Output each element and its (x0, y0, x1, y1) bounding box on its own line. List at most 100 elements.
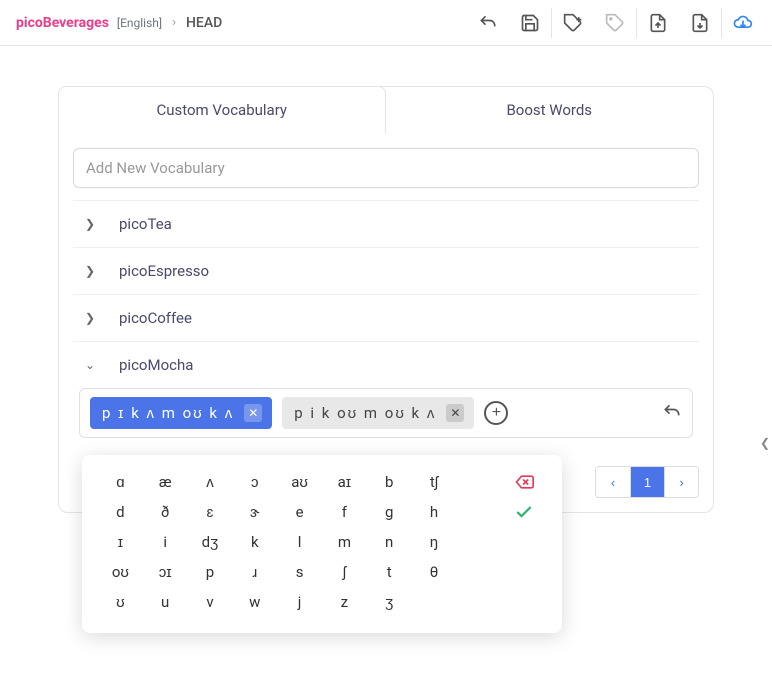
head-label: HEAD (186, 15, 222, 31)
undo-button[interactable] (467, 1, 509, 45)
export-button[interactable] (679, 1, 721, 45)
ipa-key[interactable]: j (277, 587, 322, 617)
add-tag-icon (563, 13, 583, 33)
ipa-key[interactable]: ɔ (232, 467, 277, 497)
import-button[interactable] (637, 1, 679, 45)
pronunciation-chips: p ɪ k ʌ m oʊ k ʌ ✕ p i k oʊ m oʊ k ʌ ✕ + (79, 388, 693, 438)
backspace-icon (514, 472, 534, 492)
app-header: picoBeverages [English] › HEAD (0, 0, 772, 46)
ipa-key[interactable]: i (143, 527, 188, 557)
chevron-right-icon: ❯ (83, 217, 97, 231)
ipa-key[interactable]: ŋ (412, 527, 457, 557)
ipa-key[interactable]: aʊ (277, 467, 322, 497)
ipa-chip-text: p i k oʊ m oʊ k ʌ (294, 404, 436, 422)
ipa-key[interactable]: ɛ (188, 497, 233, 527)
ipa-key[interactable]: ɹ (232, 557, 277, 587)
tab-boost-words[interactable]: Boost Words (386, 86, 714, 134)
vocab-row[interactable]: ⌄ picoMocha (73, 341, 699, 388)
ipa-key[interactable]: ʊ (98, 587, 143, 617)
vocab-name: picoMocha (119, 356, 193, 374)
ipa-key[interactable]: t (367, 557, 412, 587)
ipa-key[interactable]: u (143, 587, 188, 617)
ipa-chip[interactable]: p ɪ k ʌ m oʊ k ʌ ✕ (90, 397, 272, 429)
tag-icon (605, 13, 625, 33)
ipa-key[interactable]: z (322, 587, 367, 617)
cloud-download-icon (733, 13, 753, 33)
page-next-button[interactable]: › (664, 467, 698, 497)
page-number-button[interactable]: 1 (630, 467, 664, 497)
chevron-right-icon: ❯ (83, 311, 97, 325)
add-vocabulary-input[interactable] (73, 148, 699, 188)
ipa-key[interactable]: n (367, 527, 412, 557)
ipa-key[interactable]: ð (143, 497, 188, 527)
ipa-key[interactable]: v (188, 587, 233, 617)
tab-custom-vocabulary[interactable]: Custom Vocabulary (58, 86, 386, 134)
add-pronunciation-button[interactable]: + (484, 401, 508, 425)
breadcrumb: picoBeverages [English] › HEAD (8, 15, 222, 31)
ipa-key[interactable]: ʌ (188, 467, 233, 497)
chevron-down-icon: ⌄ (83, 358, 97, 372)
ipa-keyboard-popover: ɑæʌɔaʊaɪbtʃ dðɛɝefgh ɪidʒklmnŋ oʊɔɪpɹsʃtθ ʊu… (82, 455, 562, 633)
ipa-key[interactable]: b (367, 467, 412, 497)
tag-button[interactable] (594, 1, 636, 45)
ipa-confirm-button[interactable] (501, 497, 546, 527)
ipa-key[interactable]: h (412, 497, 457, 527)
ipa-backspace-button[interactable] (501, 467, 546, 497)
ipa-key[interactable]: m (322, 527, 367, 557)
save-icon (520, 13, 540, 33)
ipa-key[interactable]: s (277, 557, 322, 587)
chip-remove-button[interactable]: ✕ (446, 404, 464, 422)
ipa-key[interactable]: tʃ (412, 467, 457, 497)
ipa-key[interactable]: ʒ (367, 587, 412, 617)
add-tag-button[interactable] (552, 1, 594, 45)
ipa-key[interactable]: ɑ (98, 467, 143, 497)
undo-pronunciation-button[interactable] (662, 402, 682, 425)
ipa-grid: ɑæʌɔaʊaɪbtʃ dðɛɝefgh ɪidʒklmnŋ oʊɔɪpɹsʃtθ ʊu… (98, 467, 546, 617)
toolbar (467, 1, 764, 45)
ipa-key[interactable]: ɝ (232, 497, 277, 527)
breadcrumb-separator: › (172, 15, 176, 30)
vocab-name: picoTea (119, 215, 172, 233)
vocab-name: picoCoffee (119, 309, 192, 327)
ipa-key[interactable]: dʒ (188, 527, 233, 557)
vocab-list: ❯ picoTea ❯ picoEspresso ❯ picoCoffee ⌄ … (73, 200, 699, 388)
chevron-left-icon: ❮ (760, 436, 770, 450)
ipa-key[interactable]: aɪ (322, 467, 367, 497)
chevron-right-icon: ❯ (83, 264, 97, 278)
cloud-sync-button[interactable] (722, 1, 764, 45)
ipa-key[interactable]: e (277, 497, 322, 527)
ipa-key[interactable]: f (322, 497, 367, 527)
pagination: ‹ 1 › (595, 466, 699, 498)
brand-name: picoBeverages (16, 15, 109, 31)
import-icon (648, 13, 668, 33)
save-button[interactable] (509, 1, 551, 45)
ipa-key[interactable]: ɔɪ (143, 557, 188, 587)
ipa-key[interactable]: p (188, 557, 233, 587)
ipa-key[interactable]: w (232, 587, 277, 617)
vocab-row[interactable]: ❯ picoEspresso (73, 247, 699, 294)
ipa-key[interactable]: ɪ (98, 527, 143, 557)
vocab-card: Custom Vocabulary Boost Words ❯ picoTea … (58, 86, 714, 513)
ipa-key[interactable]: æ (143, 467, 188, 497)
panel-collapse-button[interactable]: ❮ (758, 432, 772, 454)
ipa-key[interactable]: l (277, 527, 322, 557)
vocab-row[interactable]: ❯ picoTea (73, 200, 699, 247)
ipa-key[interactable]: k (232, 527, 277, 557)
undo-icon (662, 402, 682, 422)
ipa-chip[interactable]: p i k oʊ m oʊ k ʌ ✕ (282, 397, 474, 429)
ipa-chip-text: p ɪ k ʌ m oʊ k ʌ (102, 404, 234, 422)
vocab-row[interactable]: ❯ picoCoffee (73, 294, 699, 341)
ipa-key[interactable]: g (367, 497, 412, 527)
ipa-key[interactable]: d (98, 497, 143, 527)
language-label: [English] (117, 16, 162, 30)
ipa-key[interactable]: ʃ (322, 557, 367, 587)
ipa-key[interactable]: θ (412, 557, 457, 587)
ipa-key[interactable]: oʊ (98, 557, 143, 587)
page-prev-button[interactable]: ‹ (596, 467, 630, 497)
vocab-name: picoEspresso (119, 262, 209, 280)
chip-remove-button[interactable]: ✕ (244, 404, 262, 422)
check-icon (514, 502, 534, 522)
tabs: Custom Vocabulary Boost Words (58, 86, 713, 134)
undo-icon (478, 13, 498, 33)
export-icon (690, 13, 710, 33)
